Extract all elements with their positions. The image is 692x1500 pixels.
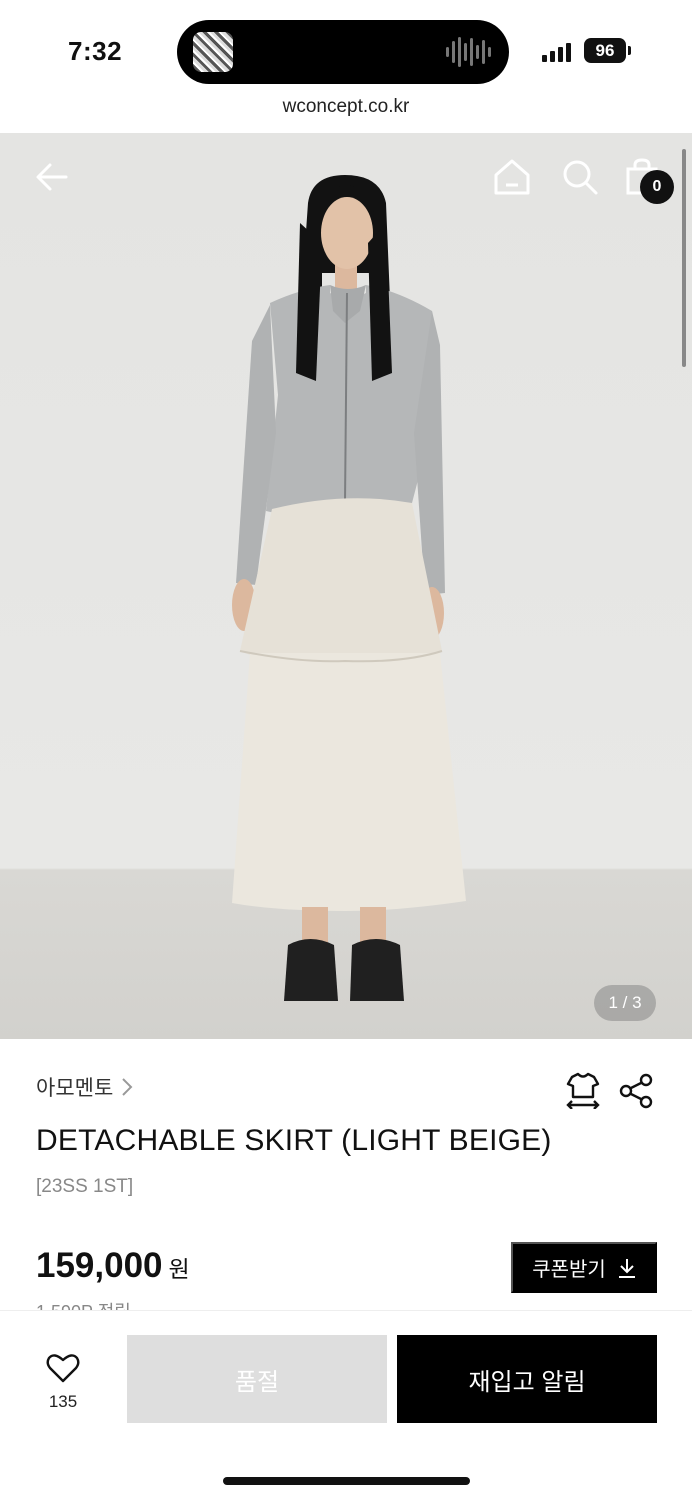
image-counter: 1 / 3: [594, 985, 656, 1021]
product-photo: [232, 175, 466, 1001]
share-icon[interactable]: [618, 1073, 654, 1109]
download-icon: [618, 1258, 635, 1278]
audio-waveform-icon: [446, 36, 491, 68]
like-count: 135: [48, 1392, 78, 1411]
heart-icon: [46, 1354, 80, 1383]
now-playing-artwork: [193, 32, 233, 72]
product-title: DETACHABLE SKIRT (LIGHT BEIGE): [36, 1124, 552, 1157]
brand-link[interactable]: 아모멘토: [36, 1072, 133, 1102]
status-time: 7:32: [68, 36, 123, 66]
coupon-label: 쿠폰받기: [532, 1259, 606, 1281]
price-amount: 159,000: [36, 1246, 163, 1285]
home-indicator[interactable]: [223, 1477, 470, 1485]
home-icon[interactable]: [492, 157, 532, 197]
cart-count-badge[interactable]: 0: [640, 170, 674, 204]
address-bar-url[interactable]: wconcept.co.kr: [0, 96, 692, 118]
product-image-carousel[interactable]: 0 1 / 3: [0, 133, 692, 1039]
product-price: 159,000 원: [36, 1246, 190, 1286]
restock-alert-button[interactable]: 재입고 알림: [397, 1335, 657, 1423]
dynamic-island[interactable]: [177, 20, 509, 84]
search-icon[interactable]: [560, 157, 600, 197]
bottom-action-bar: 135 품절 재입고 알림: [0, 1310, 692, 1500]
back-arrow-icon[interactable]: [34, 159, 70, 195]
price-currency: 원: [168, 1256, 190, 1282]
battery-tip: [628, 46, 631, 55]
soldout-button: 품절: [127, 1335, 387, 1423]
scroll-indicator: [682, 149, 686, 367]
reward-points: 1,590P 적립: [36, 1302, 131, 1310]
brand-name: 아모멘토: [36, 1077, 114, 1100]
chevron-right-icon: [122, 1078, 133, 1096]
product-season: [23SS 1ST]: [36, 1176, 134, 1197]
battery-indicator: 96: [584, 38, 626, 63]
cellular-signal-icon: [542, 40, 571, 62]
size-guide-icon[interactable]: [564, 1071, 602, 1109]
status-bar: 7:32 96 wconcept.co.kr: [0, 0, 692, 117]
coupon-download-button[interactable]: 쿠폰받기: [511, 1242, 657, 1293]
like-button[interactable]: 135: [38, 1353, 88, 1412]
